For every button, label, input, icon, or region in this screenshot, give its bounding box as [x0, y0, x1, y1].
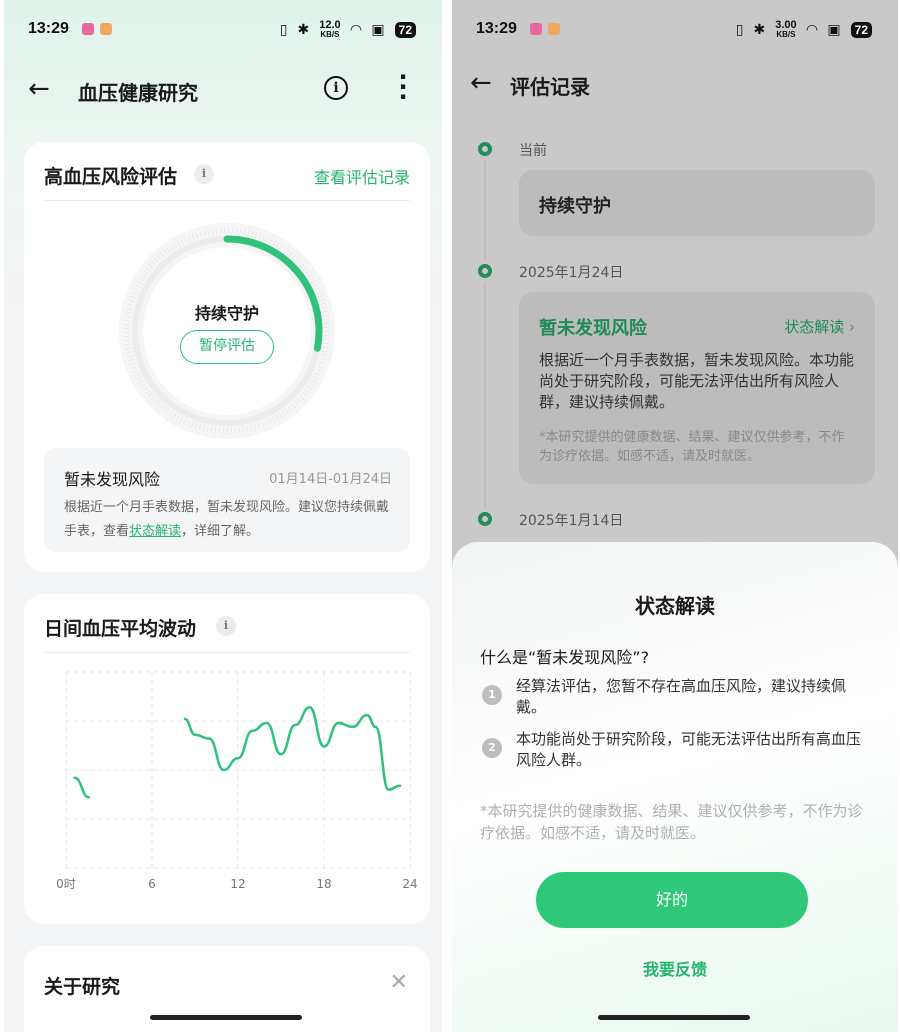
x-tick-label: 12	[230, 877, 245, 891]
top-nav: ← 血压健康研究 i · · ·	[4, 65, 442, 112]
timeline-dot	[474, 138, 496, 160]
bp-line-chart: 0时 6 12 18 24	[56, 671, 418, 891]
home-indicator	[150, 1015, 302, 1020]
feedback-link[interactable]: 我要反馈	[452, 956, 898, 980]
sheet-title: 状态解读	[635, 594, 715, 618]
number-badge: 1	[482, 685, 502, 705]
more-vert-icon[interactable]: · · ·	[398, 65, 408, 109]
status-explain-link[interactable]: 状态解读 ›	[784, 316, 855, 337]
page-title: 评估记录	[510, 75, 590, 99]
record-title: 暂未发现风险	[539, 318, 647, 339]
status-time: 13:29	[28, 20, 69, 37]
back-arrow-icon[interactable]: ←	[470, 68, 492, 98]
divider	[44, 200, 410, 201]
sheet-disclaimer: *本研究提供的健康数据、结果、建议仅供参考，不作为诊疗依据。如感不适，请及时就医…	[480, 802, 863, 842]
current-status: 持续守护	[539, 196, 611, 217]
divider	[44, 652, 410, 653]
bluetooth-icon: ✱	[753, 21, 766, 38]
record-description: 根据近一个月手表数据，暂未发现风险。本功能尚处于研究阶段，可能无法评估出所有风险…	[539, 351, 855, 411]
risk-assessment-card: 高血压风险评估 i 查看评估记录 持续守护 暂停评估 暂未发现风险 01月14日…	[24, 142, 430, 572]
sheet-item: 经算法评估，您暂不存在高血压风险，建议持续佩戴。	[516, 677, 847, 716]
sim-icon: ▣	[827, 21, 841, 38]
x-tick-label: 24	[402, 877, 417, 891]
sheet-question: 什么是“暂未发现风险”?	[480, 648, 650, 667]
result-summary: 暂未发现风险 01月14日-01月24日 根据近一个月手表数据，暂未发现风险。建…	[44, 448, 410, 552]
app-notification-icon	[100, 23, 112, 35]
status-time: 13:29	[476, 20, 517, 37]
x-tick-label: 6	[148, 877, 156, 891]
close-icon[interactable]: ✕	[390, 970, 408, 995]
timeline-line	[484, 150, 486, 530]
result-title: 暂未发现风险	[64, 470, 161, 489]
bp-fluctuation-card: 日间血压平均波动 i 0时 6 12 18 24	[24, 594, 430, 924]
current-status-card: 持续守护	[519, 170, 875, 236]
number-badge: 2	[482, 738, 502, 758]
pause-assessment-button[interactable]: 暂停评估	[180, 330, 274, 364]
result-date-range: 01月14日-01月24日	[269, 472, 392, 487]
status-bar: 13:29 ▯ ✱ 12.0 KB/S ◠ ▣ 72	[4, 18, 442, 44]
record-disclaimer: *本研究提供的健康数据、结果、建议仅供参考，不作为诊疗依据。如感不适，请及时就医…	[539, 430, 845, 464]
timeline-date: 2025年1月24日	[519, 265, 624, 281]
wifi-icon: ◠	[350, 21, 362, 38]
x-tick-label: 0时	[56, 877, 76, 891]
right-screen: 13:29 ▯ ✱ 3.00 KB/S ◠ ▣ 72 ← 评估记录 当前 持续守护…	[452, 0, 898, 1032]
protection-status: 持续守护	[194, 304, 259, 323]
timeline-date: 2025年1月14日	[519, 513, 624, 529]
status-explain-link[interactable]: 状态解读	[129, 524, 181, 539]
chevron-right-icon: ›	[849, 318, 855, 336]
timeline-dot	[474, 508, 496, 530]
status-bar: 13:29 ▯ ✱ 3.00 KB/S ◠ ▣ 72	[452, 18, 898, 44]
info-icon[interactable]: i	[216, 616, 236, 636]
battery-indicator: 72	[850, 21, 872, 38]
timeline-label: 当前	[519, 143, 547, 159]
vibrate-icon: ▯	[735, 21, 744, 38]
network-speed: 3.00 KB/S	[775, 19, 797, 39]
app-notification-icon	[548, 23, 560, 35]
series-line	[183, 706, 402, 791]
back-arrow-icon[interactable]: ←	[28, 74, 50, 104]
sim-icon: ▣	[371, 21, 385, 38]
network-speed: 12.0 KB/S	[319, 19, 341, 39]
card-title: 高血压风险评估	[44, 166, 178, 188]
wifi-icon: ◠	[806, 21, 818, 38]
status-explain-sheet: 状态解读 什么是“暂未发现风险”? 1 经算法评估，您暂不存在高血压风险，建议持…	[452, 542, 898, 1032]
top-nav: ← 评估记录	[452, 62, 898, 106]
bluetooth-icon: ✱	[297, 21, 310, 38]
ok-button[interactable]: 好的	[536, 872, 808, 928]
sheet-item: 本功能尚处于研究阶段，可能无法评估出所有高血压风险人群。	[516, 730, 862, 769]
view-records-link[interactable]: 查看评估记录	[314, 164, 410, 188]
vibrate-icon: ▯	[279, 21, 288, 38]
result-description: 根据近一个月手表数据，暂未发现风险。建议您持续佩戴手表，查看状态解读，详细了解。	[64, 500, 390, 539]
info-icon[interactable]: i	[324, 76, 348, 100]
card-title: 关于研究	[44, 976, 121, 998]
battery-indicator: 72	[394, 21, 416, 38]
info-icon[interactable]: i	[194, 164, 214, 184]
app-notification-icon	[82, 23, 94, 35]
record-card[interactable]: 暂未发现风险 状态解读 › 根据近一个月手表数据，暂未发现风险。本功能尚处于研究…	[519, 292, 875, 484]
app-notification-icon	[530, 23, 542, 35]
page-title: 血压健康研究	[78, 81, 198, 105]
x-tick-label: 18	[316, 877, 331, 891]
home-indicator	[598, 1015, 750, 1020]
card-title: 日间血压平均波动	[44, 618, 197, 640]
timeline-dot	[474, 260, 496, 282]
left-screen: 13:29 ▯ ✱ 12.0 KB/S ◠ ▣ 72 ← 血压健康研究 i · · ·…	[4, 0, 442, 1032]
series-line	[73, 776, 91, 799]
